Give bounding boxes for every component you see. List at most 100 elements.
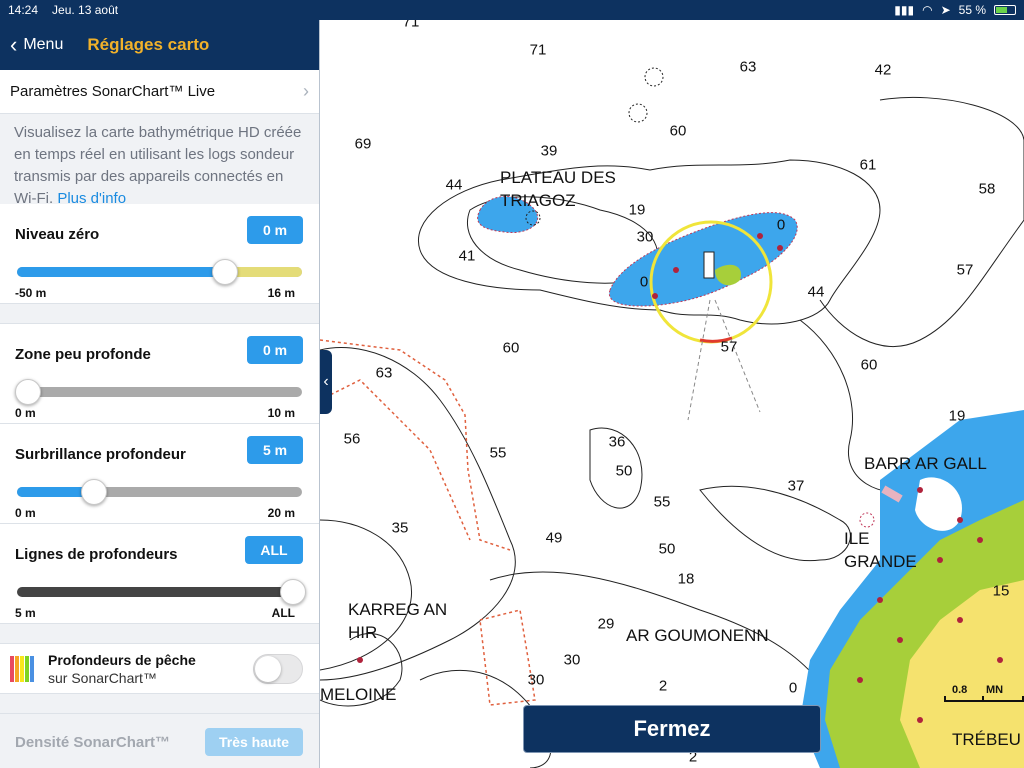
slider-thumb[interactable] <box>280 579 307 605</box>
sonarchart-density-row: Densité SonarChart™ Très haute <box>0 714 319 768</box>
depth-label: 44 <box>807 283 825 301</box>
slider-max-label: 10 m <box>267 406 295 420</box>
back-label: Menu <box>23 36 64 53</box>
slider-min-label: -50 m <box>15 286 47 300</box>
fishing-depths-icon-stripe <box>15 655 19 682</box>
fishing-depths-icon <box>10 655 34 682</box>
depth-label: 69 <box>354 135 372 153</box>
battery-percent: 55 % <box>958 3 986 17</box>
fishing-depths-icon-stripe <box>20 655 24 682</box>
fishing-depths-row: Profondeurs de pêche sur SonarChart™ <box>0 644 319 694</box>
depth-label: 30 <box>636 228 654 246</box>
chart-settings-panel: ‹ Menu Réglages carto Paramètres SonarCh… <box>0 20 320 768</box>
depth-label: 39 <box>540 142 558 160</box>
setting-label: Lignes de profondeurs <box>15 546 178 563</box>
depth-label: 30 <box>563 651 581 669</box>
section-gap <box>0 304 319 324</box>
depth-label: 0 <box>639 273 649 291</box>
setting-depth-lines: Lignes de profondeurs ALL 5 m ALL <box>0 524 319 624</box>
section-gap <box>0 694 319 714</box>
fishing-depths-title: Profondeurs de pêche <box>48 651 196 668</box>
depth-label: 15 <box>992 582 1010 600</box>
panel-header: ‹ Menu Réglages carto <box>0 20 319 70</box>
depth-label: 63 <box>375 364 393 382</box>
place-name: MELOINE <box>320 685 397 704</box>
nautical-chart[interactable]: 71 71 63 42 69 39 60 61 58 44 19 0 30 0 … <box>320 20 1024 768</box>
place-name-text: ILE GRANDE <box>844 529 917 571</box>
chevron-left-icon: ‹ <box>323 373 329 390</box>
slider-thumb[interactable] <box>212 259 239 285</box>
setting-depth-highlight: Surbrillance profondeur 5 m 0 m 20 m <box>0 424 319 524</box>
depth-label: 63 <box>739 58 757 76</box>
scale-tick <box>944 696 946 702</box>
section-gap <box>0 624 319 644</box>
signal-icon: ▮▮▮ <box>894 3 915 17</box>
fishing-depths-icon-stripe <box>25 655 29 682</box>
location-icon: ➤ <box>940 3 951 17</box>
depth-label: 55 <box>653 493 671 511</box>
slider-max-label: 16 m <box>267 286 295 300</box>
depth-highlight-value-button[interactable]: 5 m <box>247 436 303 464</box>
setting-label: Zone peu profonde <box>15 346 151 363</box>
depth-label: 50 <box>615 462 633 480</box>
panel-title: Réglages carto <box>87 35 210 54</box>
place-name: ILE GRANDE <box>844 527 934 573</box>
sonarchart-live-label: Paramètres SonarChart™ Live <box>10 83 216 100</box>
sonarchart-live-settings-link[interactable]: Paramètres SonarChart™ Live › <box>0 70 319 114</box>
depth-lines-value-button[interactable]: ALL <box>245 536 303 564</box>
fishing-depths-text: Profondeurs de pêche sur SonarChart™ <box>48 651 196 687</box>
collapse-panel-handle[interactable]: ‹ <box>320 350 332 414</box>
fishing-depths-icon-stripe <box>10 655 14 682</box>
back-button[interactable]: ‹ Menu <box>10 34 63 56</box>
slider-max-label: 20 m <box>267 506 295 520</box>
close-button[interactable]: Fermez <box>523 705 821 753</box>
place-name: KARREG AN HIR <box>348 598 448 644</box>
depth-highlight-slider[interactable] <box>17 479 302 505</box>
density-value-button[interactable]: Très haute <box>204 728 303 756</box>
fishing-depths-icon-stripe <box>30 655 34 682</box>
setting-shallow-zone: Zone peu profonde 0 m 0 m 10 m <box>0 324 319 424</box>
depth-label: 0 <box>788 679 798 697</box>
setting-label: Surbrillance profondeur <box>15 446 186 463</box>
app-root: 14:24 Jeu. 13 août ▮▮▮ ◠ ➤ 55 % 71 71 63… <box>0 0 1024 768</box>
shallow-zone-value-button[interactable]: 0 m <box>247 336 303 364</box>
place-name-text: KARREG AN HIR <box>348 600 448 642</box>
depth-label: 2 <box>658 677 668 695</box>
info-text: Visualisez la carte bathymétrique HD cré… <box>0 114 319 207</box>
depth-label: 49 <box>545 529 563 547</box>
slider-min-label: 5 m <box>15 606 36 620</box>
slider-fill-blue <box>17 267 226 277</box>
setting-label: Niveau zéro <box>15 226 100 243</box>
zero-level-value-button[interactable]: 0 m <box>247 216 303 244</box>
depth-label: 36 <box>608 433 626 451</box>
slider-thumb[interactable] <box>15 379 42 405</box>
depth-label: 19 <box>948 407 966 425</box>
zero-level-slider[interactable] <box>17 259 302 285</box>
slider-min-label: 0 m <box>15 506 36 520</box>
wifi-icon: ◠ <box>922 3 933 17</box>
shallow-zone-slider[interactable] <box>15 379 302 405</box>
slider-thumb[interactable] <box>80 479 107 505</box>
depth-label: 29 <box>597 615 615 633</box>
depth-label: 0 <box>776 216 786 234</box>
depth-label: 50 <box>658 540 676 558</box>
place-name: AR GOUMONENN <box>626 626 769 645</box>
status-time: 14:24 <box>8 3 39 17</box>
status-date: Jeu. 13 août <box>52 3 119 17</box>
depth-lines-slider[interactable] <box>17 579 307 605</box>
depth-label: 60 <box>860 356 878 374</box>
depth-label: 61 <box>859 156 877 174</box>
place-name: TRÉBEU <box>952 730 1021 749</box>
depth-label: 44 <box>445 176 463 194</box>
chevron-right-icon: › <box>303 81 309 101</box>
depth-label: 37 <box>787 477 805 495</box>
slider-max-label: ALL <box>271 606 295 620</box>
density-label: Densité SonarChart™ <box>15 733 171 751</box>
depth-label: 71 <box>402 20 420 31</box>
depth-label: 57 <box>720 338 738 356</box>
scale-value: 0.8 <box>952 684 968 696</box>
depth-label: 56 <box>343 430 361 448</box>
place-name: PLATEAU DES TRIAGOZ <box>500 166 640 212</box>
fishing-depths-toggle[interactable] <box>253 653 303 684</box>
depth-label: 58 <box>978 180 996 198</box>
